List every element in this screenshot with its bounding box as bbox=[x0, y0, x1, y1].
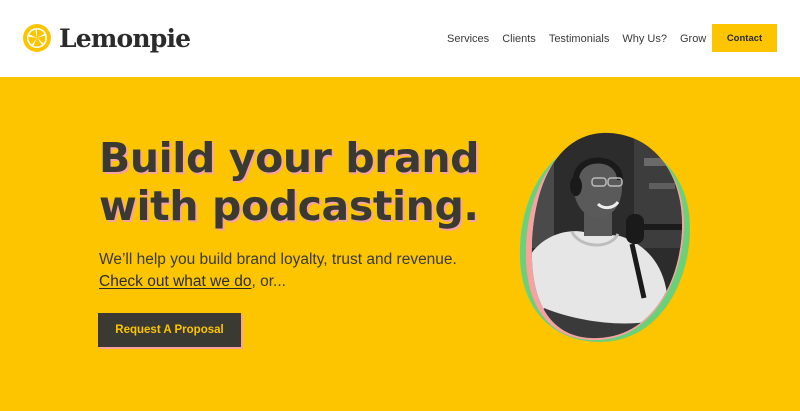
lemon-slice-icon bbox=[23, 24, 51, 52]
nav-item-why-us[interactable]: Why Us? bbox=[622, 33, 667, 45]
hero-title: Build your brand with podcasting. bbox=[99, 134, 519, 230]
nav-item-testimonials[interactable]: Testimonials bbox=[549, 33, 610, 45]
hero-title-line-1: Build your brand bbox=[99, 134, 480, 182]
hero-link-suffix: , or... bbox=[251, 273, 286, 290]
hero-subtitle: We’ll help you build brand loyalty, trus… bbox=[99, 251, 457, 268]
hero-link-line: Check out what we do, or... bbox=[99, 271, 457, 293]
hero-title-line-2: with podcasting. bbox=[99, 182, 479, 230]
request-proposal-button[interactable]: Request A Proposal bbox=[98, 313, 241, 347]
nav-item-services[interactable]: Services bbox=[447, 33, 489, 45]
services-link[interactable]: Check out what we do bbox=[99, 273, 252, 290]
site-header: Lemonpie Services Clients Testimonials W… bbox=[0, 0, 800, 77]
nav-item-clients[interactable]: Clients bbox=[502, 33, 536, 45]
podcaster-photo bbox=[514, 128, 696, 342]
hero-subtitle-block: We’ll help you build brand loyalty, trus… bbox=[99, 249, 457, 293]
main-nav: Services Clients Testimonials Why Us? Gr… bbox=[447, 32, 706, 46]
logo-link[interactable]: Lemonpie bbox=[22, 21, 191, 55]
nav-item-grow[interactable]: Grow bbox=[680, 33, 706, 45]
contact-button[interactable]: Contact bbox=[712, 24, 777, 52]
logo-text: Lemonpie bbox=[59, 23, 191, 53]
